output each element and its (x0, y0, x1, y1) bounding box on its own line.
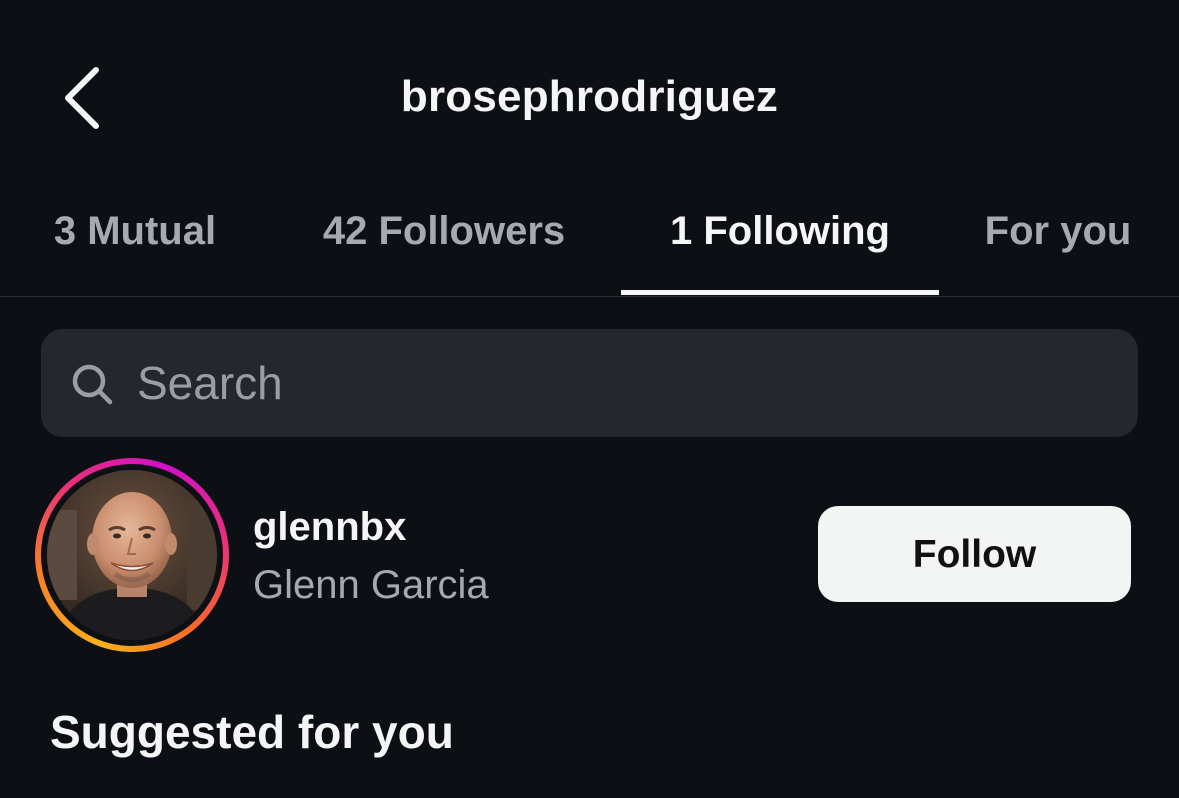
avatar-photo (47, 470, 217, 640)
list-item[interactable]: glennbx Glenn Garcia Follow (0, 455, 1179, 655)
page-title: brosephrodriguez (400, 72, 779, 121)
tab-followers[interactable]: 42 Followers (300, 190, 588, 296)
suggested-section-title: Suggested for you (50, 706, 454, 758)
active-tab-indicator (621, 290, 939, 295)
avatar (47, 470, 217, 640)
search-icon (72, 364, 113, 405)
tab-following[interactable]: 1 Following (621, 190, 939, 296)
search-input[interactable] (137, 350, 1097, 416)
tab-for-you[interactable]: For you (968, 190, 1148, 296)
tab-mutual[interactable]: 3 Mutual (30, 190, 240, 296)
tab-bar: 3 Mutual 42 Followers 1 Following For yo… (0, 190, 1179, 297)
story-ring[interactable] (35, 458, 229, 652)
follow-button[interactable]: Follow (818, 506, 1131, 602)
username[interactable]: glennbx (253, 505, 406, 550)
header-bar: brosephrodriguez (0, 0, 1179, 190)
full-name: Glenn Garcia (253, 563, 489, 607)
